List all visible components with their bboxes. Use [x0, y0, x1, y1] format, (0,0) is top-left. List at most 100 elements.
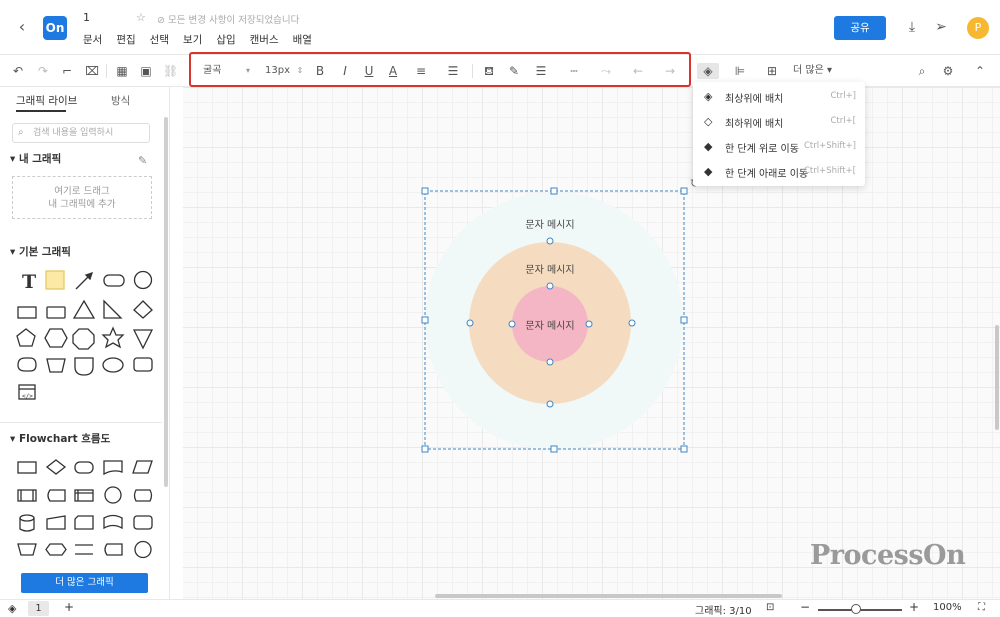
share-button[interactable]: 공유 [834, 16, 886, 40]
diagram-layer: ↻ [421, 177, 699, 453]
basic-shapes-grid: T </> [16, 270, 154, 400]
zoom-out-icon[interactable]: − [800, 600, 810, 614]
drawing-canvas[interactable]: ↻ 문자 메시지 문자 메시지 문자 메시지 [170, 87, 1000, 599]
pentagon-shape-icon [16, 328, 36, 347]
search-input[interactable]: 검색 내용을 입력하시 [12, 123, 150, 143]
search-canvas-icon[interactable]: ⌕ [914, 63, 930, 79]
document-title[interactable]: 1 [83, 11, 90, 24]
svg-text:</>: </> [22, 393, 33, 400]
flowchart-title: Flowchart 흐름도 [18, 433, 111, 445]
rect-alt-shape-icon [46, 306, 66, 319]
group-icon[interactable]: ⊞ [761, 63, 783, 79]
app-logo[interactable]: On [43, 16, 67, 40]
menu-canvas[interactable]: 캔버스 [250, 32, 279, 47]
sidebar-scrollbar[interactable] [164, 117, 168, 487]
tab-graphic-library[interactable]: 그래픽 라이브 [16, 93, 77, 108]
more-graphics-button[interactable]: 더 많은 그래픽 [21, 573, 148, 593]
document-shape-icon [103, 460, 123, 476]
fullscreen-icon[interactable]: ⛶ [978, 602, 985, 613]
clear-format-icon[interactable]: ⌧ [85, 63, 99, 79]
zoom-slider-knob[interactable] [851, 604, 861, 614]
rounded-rect-shape-icon [103, 274, 125, 287]
more-menu[interactable]: 더 많은 ▾ [793, 63, 835, 79]
fill-pattern-icon[interactable]: ▦ [115, 63, 129, 79]
settings-sliders-icon[interactable]: ⚙ [940, 63, 956, 79]
menu-item-bring-to-front[interactable]: ◈ 최상위에 배치 Ctrl+] [693, 84, 865, 110]
off-page-connector-shape-icon [134, 540, 152, 559]
sidebar-tabs: 그래픽 라이브 방식 [0, 87, 169, 113]
back-chevron-icon[interactable]: ‹ [14, 18, 30, 36]
star-icon[interactable]: ☆ [136, 11, 146, 24]
page-tab[interactable]: 1 [28, 601, 49, 616]
vertical-scrollbar[interactable] [995, 325, 999, 430]
menu-item-send-to-back[interactable]: ◇ 최하위에 배치 Ctrl+[ [693, 109, 865, 135]
menu-select[interactable]: 선택 [150, 32, 169, 47]
menu-edit[interactable]: 편집 [116, 32, 135, 47]
basic-graphics-section-title[interactable]: ▾ 기본 그래픽 [10, 244, 71, 259]
text-shape-icon: T [22, 271, 36, 293]
decision-shape-icon [45, 459, 67, 475]
format-painter-icon[interactable]: ⌐ [60, 63, 74, 79]
cloud-shape-icon [17, 357, 37, 372]
undo-icon[interactable]: ↶ [11, 63, 25, 79]
drop-zone-line2: 내 그래픽에 추가 [48, 199, 116, 210]
connector-circle-shape-icon [104, 486, 122, 504]
paper-tape-shape-icon [103, 514, 123, 530]
watermark: ProcessOn [810, 540, 966, 571]
star-shape-icon [101, 326, 125, 349]
my-graphics-section-title[interactable]: ▾ 내 그래픽 [10, 151, 61, 166]
top-header: ‹ On 1 ☆ ⊘ 모든 변경 사항이 저장되었습니다 문서 편집 선택 보기… [0, 0, 1000, 55]
sticky-note-shape-icon [45, 270, 65, 290]
main-menu: 문서 편집 선택 보기 삽입 캔버스 배열 [83, 32, 326, 47]
preparation-shape-icon [45, 543, 67, 556]
inner-circle-label[interactable]: 문자 메시지 [505, 317, 595, 332]
menu-item-bring-forward[interactable]: ◆ 한 단계 위로 이동 Ctrl+Shift+] [693, 134, 865, 160]
menu-item-label: 최상위에 배치 [725, 94, 784, 105]
basic-graphics-title: 기본 그래픽 [18, 246, 71, 258]
menu-item-label: 한 단계 위로 이동 [725, 144, 799, 155]
hexagon-shape-icon [44, 328, 68, 348]
avatar[interactable]: P [967, 17, 989, 39]
menu-item-label: 최하위에 배치 [725, 119, 784, 130]
outer-circle-label[interactable]: 문자 메시지 [505, 216, 595, 231]
shield-shape-icon [74, 357, 94, 376]
save-status-text: 모든 변경 사항이 저장되었습니다 [167, 15, 300, 26]
inverted-triangle-shape-icon [132, 329, 154, 350]
collapse-chevron-icon[interactable]: ⌃ [972, 63, 988, 79]
fit-page-icon[interactable]: ⊡ [766, 602, 774, 613]
tab-style[interactable]: 방식 [111, 93, 130, 108]
image-icon[interactable]: ▣ [139, 63, 153, 79]
menu-item-send-backward[interactable]: ◆ 한 단계 아래로 이동 Ctrl+Shift+[ [693, 159, 865, 185]
active-tab-indicator [16, 110, 66, 112]
my-graphics-drop-zone[interactable]: 여기로 드래그 내 그래픽에 추가 [12, 176, 152, 219]
process-shape-icon [17, 461, 37, 474]
download-icon[interactable]: ⤓ [904, 19, 920, 35]
menu-arrange[interactable]: 배열 [293, 32, 312, 47]
redo-icon[interactable]: ↷ [36, 63, 50, 79]
zoom-in-icon[interactable]: + [909, 600, 919, 614]
middle-circle-label[interactable]: 문자 메시지 [505, 261, 595, 276]
alternate-process-shape-icon [133, 515, 153, 530]
right-triangle-shape-icon [103, 299, 123, 319]
display-shape-icon [133, 489, 153, 502]
layers-icon[interactable]: ◈ [697, 63, 719, 79]
link-icon[interactable]: ⛓ [163, 63, 178, 79]
menu-document[interactable]: 문서 [83, 32, 102, 47]
search-icon: ⌕ [18, 127, 24, 138]
layers-stack-icon[interactable]: ◈ [8, 602, 16, 615]
align-objects-icon[interactable]: ⊫ [729, 63, 751, 79]
manual-operation-shape-icon [17, 543, 37, 556]
shape-count: 그래픽: 3/10 [695, 606, 752, 617]
add-page-icon[interactable]: + [64, 600, 74, 614]
send-icon[interactable]: ➢ [933, 19, 949, 35]
more-menu-label: 더 많은 [793, 65, 824, 76]
menu-view[interactable]: 보기 [183, 32, 202, 47]
rounded-square-shape-icon [133, 357, 153, 372]
layer-order-dropdown: ◈ 최상위에 배치 Ctrl+] ◇ 최하위에 배치 Ctrl+[ ◆ 한 단계… [693, 82, 865, 186]
speech-bubble-shape-icon [102, 357, 124, 373]
flowchart-section-title[interactable]: ▾ Flowchart 흐름도 [10, 431, 110, 446]
data-shape-icon [132, 460, 153, 474]
horizontal-scrollbar[interactable] [435, 594, 782, 598]
edit-icon[interactable]: ✎ [138, 154, 147, 167]
menu-insert[interactable]: 삽입 [216, 32, 235, 47]
